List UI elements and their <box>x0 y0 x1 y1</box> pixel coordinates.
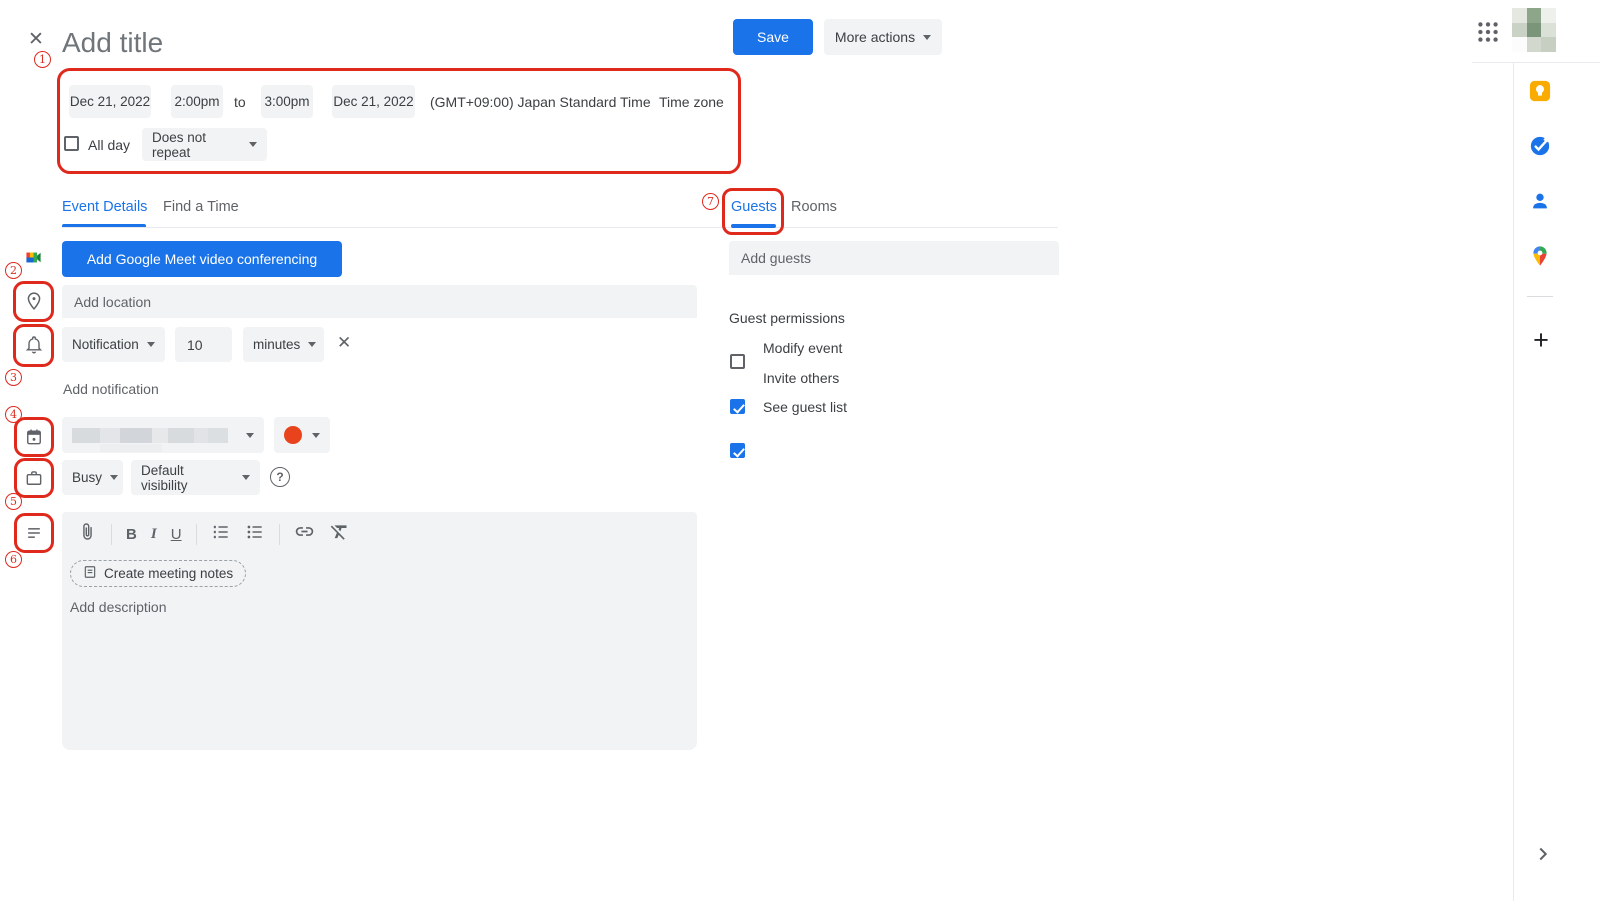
close-icon[interactable]: ✕ <box>24 27 48 51</box>
annotation-number-1: 1 <box>34 51 51 68</box>
chevron-down-icon <box>249 142 257 147</box>
annotation-number-2: 2 <box>5 262 22 279</box>
google-maps-icon[interactable] <box>1529 245 1551 267</box>
busy-dropdown[interactable]: Busy <box>62 460 123 495</box>
google-apps-grid-icon[interactable] <box>1475 19 1501 45</box>
see-guest-list-label: See guest list <box>763 399 847 415</box>
description-placeholder[interactable]: Add description <box>70 599 167 615</box>
google-meet-icon <box>25 249 42 271</box>
calendar-selector-redacted-sub <box>100 444 162 452</box>
start-time-button[interactable]: 2:00pm <box>171 85 223 118</box>
google-contacts-icon[interactable] <box>1529 190 1551 212</box>
tab-rooms[interactable]: Rooms <box>791 199 837 215</box>
annotation-number-7: 7 <box>702 193 719 210</box>
more-actions-button[interactable]: More actions <box>824 19 942 55</box>
bulleted-list-icon[interactable] <box>245 522 265 547</box>
create-meeting-notes-label: Create meeting notes <box>104 566 233 581</box>
chevron-down-icon <box>312 433 320 438</box>
to-label: to <box>234 94 246 110</box>
create-meeting-notes-button[interactable]: Create meeting notes <box>70 560 246 587</box>
editor-toolbar: B I U <box>78 523 350 545</box>
busy-value: Busy <box>72 470 102 485</box>
meeting-notes-doc-icon <box>83 564 97 583</box>
tab-guests[interactable]: Guests <box>731 199 777 215</box>
toolbar-separator <box>111 524 112 545</box>
add-notification-button[interactable]: Add notification <box>63 381 159 397</box>
notification-count-input[interactable] <box>175 327 232 362</box>
all-day-checkbox[interactable] <box>64 136 79 151</box>
clear-formatting-icon[interactable] <box>329 521 350 547</box>
tab-guests-underline <box>731 224 776 228</box>
timezone-button[interactable]: Time zone <box>659 94 724 110</box>
event-color-dropdown[interactable] <box>274 417 330 453</box>
toolbar-separator <box>279 524 280 545</box>
end-time-button[interactable]: 3:00pm <box>261 85 313 118</box>
bold-icon[interactable]: B <box>126 526 137 543</box>
location-pin-icon <box>24 290 44 317</box>
annotation-number-4: 4 <box>5 406 22 423</box>
google-keep-icon[interactable] <box>1529 80 1551 102</box>
sidebar-icons-divider <box>1527 296 1553 297</box>
annotation-number-6: 6 <box>5 551 22 568</box>
get-add-ons-plus-icon[interactable]: + <box>1529 326 1553 354</box>
location-input[interactable] <box>62 285 697 318</box>
invite-others-label: Invite others <box>763 370 839 386</box>
event-color-dot <box>284 426 302 444</box>
google-tasks-icon[interactable] <box>1529 135 1551 157</box>
chevron-down-icon <box>147 342 155 347</box>
notification-type-value: Notification <box>72 337 139 352</box>
calendar-selector-redacted-text <box>72 428 228 443</box>
description-lines-icon <box>24 523 44 548</box>
notification-type-dropdown[interactable]: Notification <box>62 327 165 362</box>
description-editor[interactable] <box>62 512 697 750</box>
notification-unit-value: minutes <box>253 337 300 352</box>
all-day-label: All day <box>88 137 130 153</box>
toolbar-separator <box>196 524 197 545</box>
end-date-button[interactable]: Dec 21, 2022 <box>332 85 415 118</box>
tab-event-details[interactable]: Event Details <box>62 199 147 215</box>
add-google-meet-button[interactable]: Add Google Meet video conferencing <box>62 241 342 277</box>
chevron-right-icon[interactable] <box>1532 843 1554 865</box>
insert-link-icon[interactable] <box>294 521 315 547</box>
calendar-icon <box>24 426 44 453</box>
chevron-down-icon <box>923 35 931 40</box>
annotation-number-5: 5 <box>5 493 22 510</box>
numbered-list-icon[interactable] <box>211 522 231 547</box>
notification-bell-icon <box>24 334 44 361</box>
sidebar-top-divider <box>1472 62 1600 63</box>
tabs-divider-left <box>62 227 740 228</box>
modify-event-label: Modify event <box>763 340 842 356</box>
modify-event-checkbox[interactable] <box>730 354 745 369</box>
attachment-icon[interactable] <box>78 521 97 547</box>
more-actions-label: More actions <box>835 29 915 45</box>
underline-icon[interactable]: U <box>171 526 182 543</box>
calendar-selector-dropdown[interactable] <box>62 417 264 453</box>
tab-event-details-underline <box>62 224 146 227</box>
remove-notification-icon[interactable]: ✕ <box>337 333 351 353</box>
italic-icon[interactable]: I <box>151 526 157 543</box>
timezone-text: (GMT+09:00) Japan Standard Time <box>430 94 651 110</box>
help-icon[interactable]: ? <box>270 467 290 487</box>
notification-unit-dropdown[interactable]: minutes <box>243 327 324 362</box>
guest-permissions-title: Guest permissions <box>729 310 845 326</box>
save-button[interactable]: Save <box>733 19 813 55</box>
avatar[interactable] <box>1512 8 1556 52</box>
sidebar-divider <box>1513 63 1514 901</box>
recurrence-value: Does not repeat <box>152 130 241 160</box>
see-guest-list-checkbox[interactable] <box>730 443 745 458</box>
visibility-value: Default visibility <box>141 463 234 493</box>
chevron-down-icon <box>308 342 316 347</box>
recurrence-dropdown[interactable]: Does not repeat <box>142 128 267 161</box>
briefcase-icon <box>24 467 44 494</box>
start-date-button[interactable]: Dec 21, 2022 <box>69 85 151 118</box>
annotation-number-3: 3 <box>5 369 22 386</box>
chevron-down-icon <box>246 433 254 438</box>
chevron-down-icon <box>110 475 118 480</box>
tab-find-a-time[interactable]: Find a Time <box>163 199 239 215</box>
invite-others-checkbox[interactable] <box>730 399 745 414</box>
chevron-down-icon <box>242 475 250 480</box>
add-guests-input[interactable] <box>729 241 1059 275</box>
event-title-input[interactable] <box>62 22 582 64</box>
visibility-dropdown[interactable]: Default visibility <box>131 460 260 495</box>
